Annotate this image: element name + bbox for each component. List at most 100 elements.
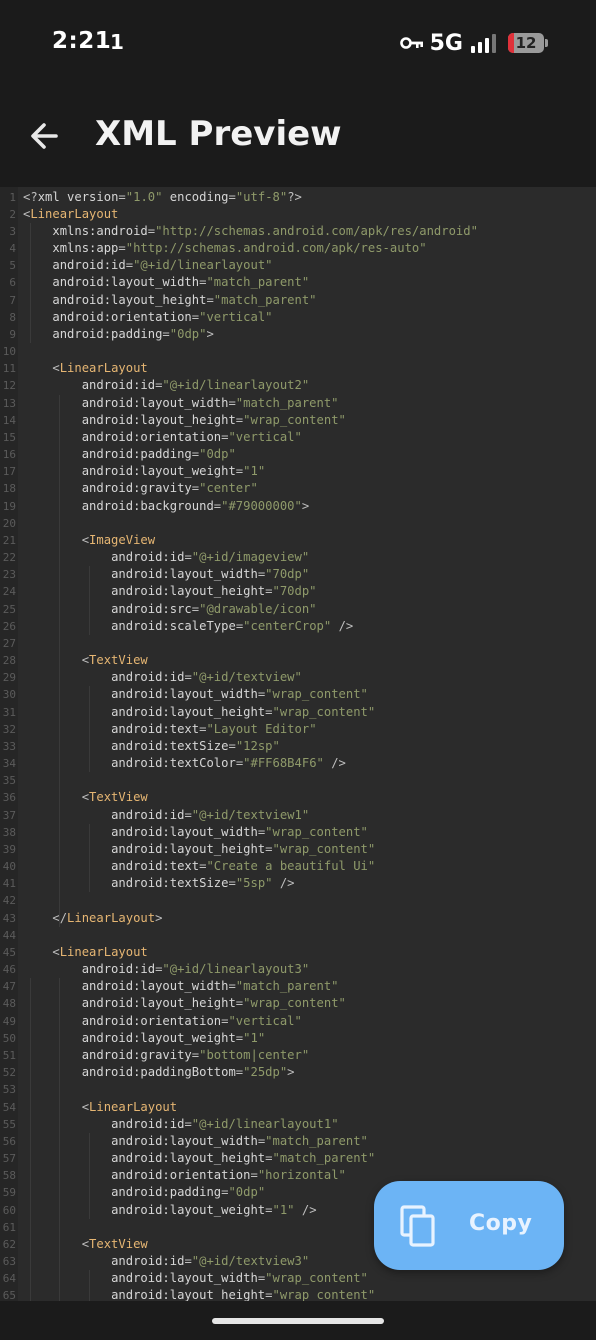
line-number: 40 [2,860,16,874]
line-number: 12 [2,379,16,393]
indent-guide [88,1270,90,1301]
copy-button[interactable]: Copy [374,1181,564,1270]
code-text: android:layout_height="match_parent" [52,292,317,307]
line-number: 9 [9,327,16,341]
line-number: 58 [2,1169,16,1183]
line-number: 53 [2,1083,16,1097]
indent-guide [59,394,61,927]
signal-icon [471,33,496,53]
code-text: android:textSize="12sp" [111,738,280,753]
code-text: android:text="Layout Editor" [111,721,317,736]
line-number: 62 [2,1237,16,1251]
indent-guide [88,566,90,635]
code-text: xmlns:android="http://schemas.android.co… [52,223,478,238]
code-text: android:id="@+id/textview1" [111,807,310,822]
line-number: 57 [2,1152,16,1166]
line-number: 6 [9,276,16,290]
line-number: 31 [2,705,16,719]
line-number: 14 [2,413,16,427]
code-text: android:gravity="center" [81,481,258,496]
code-text: android:text="Create a beautiful Ui" [111,859,376,874]
code-text: android:layout_width="match_parent" [81,979,339,994]
code-editor[interactable]: 1 <?xml version="1.0" encoding="utf-8"?> 2… [0,187,596,1301]
code-text: <TextView [81,790,148,805]
status-bar: 2:21 1 5G 12 [0,0,596,88]
line-number: 13 [2,396,16,410]
code-text: android:id="@+id/textview" [111,670,302,685]
line-number: 30 [2,688,16,702]
line-number: 8 [9,310,16,324]
line-number: 2 [9,207,16,221]
code-text: android:gravity="bottom|center" [81,1048,310,1062]
code-text: android:id="@+id/imageview" [111,550,310,565]
code-text: android:id="@+id/textview3" [111,1254,310,1269]
code-text: android:layout_width="match_parent" [111,1133,368,1148]
app-bar: XML Preview [0,88,596,186]
line-number: 32 [2,722,16,736]
code-text: android:layout_width="match_parent" [52,275,310,290]
line-number: 63 [2,1255,16,1269]
line-number: 56 [2,1134,16,1148]
line-number: 11 [2,362,16,376]
line-number: 22 [2,551,16,565]
code-text: <LinearLayout [23,206,119,221]
line-number: 54 [2,1100,16,1114]
code-text: android:layout_height="70dp" [111,584,317,599]
line-number: 15 [2,430,16,444]
code-text: android:id="@+id/linearlayout1" [111,1116,339,1131]
indent-guide [30,222,31,344]
line-number: 21 [2,533,16,547]
copy-button-label: Copy [469,1211,533,1236]
line-number: 24 [2,585,16,599]
arrow-left-icon [31,123,58,149]
code-text: android:orientation="vertical" [52,309,273,324]
line-number: 50 [2,1031,16,1045]
network-type: 5G [429,30,463,56]
line-number: 3 [9,224,16,238]
line-number: 18 [2,482,16,496]
line-number: 61 [2,1220,16,1234]
line-number: 41 [2,877,16,891]
line-number: 47 [2,980,16,994]
line-number: 27 [2,636,16,650]
page-title: XML Preview [95,114,342,154]
line-number: 51 [2,1049,16,1062]
line-number: 16 [2,448,16,462]
code-text: <LinearLayout [52,944,148,959]
line-number: 37 [2,808,16,822]
code-text: android:layout_width="wrap_content" [111,824,368,839]
code-text: <TextView [81,653,148,668]
line-number: 20 [2,516,16,530]
code-text: android:id="@+id/linearlayout3" [81,962,310,977]
line-number: 29 [2,671,16,685]
code-text: android:layout_width="70dp" [111,567,310,582]
line-number: 5 [9,259,16,273]
indent-guide [88,823,90,893]
indent-guide [88,686,90,773]
line-number: 26 [2,619,16,633]
code-text: android:layout_width="wrap_content" [111,687,368,702]
code-text: android:padding="0dp" [81,447,236,462]
copy-icon [400,1205,435,1247]
line-number: 39 [2,842,16,856]
line-number: 23 [2,568,16,582]
key-icon [399,37,423,49]
line-number: 33 [2,739,16,753]
back-button[interactable] [26,116,66,156]
line-number: 42 [2,894,16,908]
line-number: 7 [9,293,16,307]
line-number: 43 [2,911,16,925]
line-number: 1 [9,190,16,204]
code-text: </LinearLayout> [52,910,163,925]
line-number: 48 [2,997,16,1011]
code-text: <?xml version="1.0" encoding="utf-8"?> [23,189,302,204]
line-number: 28 [2,654,16,668]
line-number: 49 [2,1014,16,1028]
line-number: 55 [2,1117,16,1131]
status-icons: 5G 12 [399,30,548,56]
code-text: <LinearLayout [52,361,148,376]
line-number: 36 [2,791,16,805]
code-text: android:scaleType="centerCrop" /> [111,618,354,633]
home-indicator[interactable] [212,1318,384,1324]
indent-guide [30,978,31,1301]
